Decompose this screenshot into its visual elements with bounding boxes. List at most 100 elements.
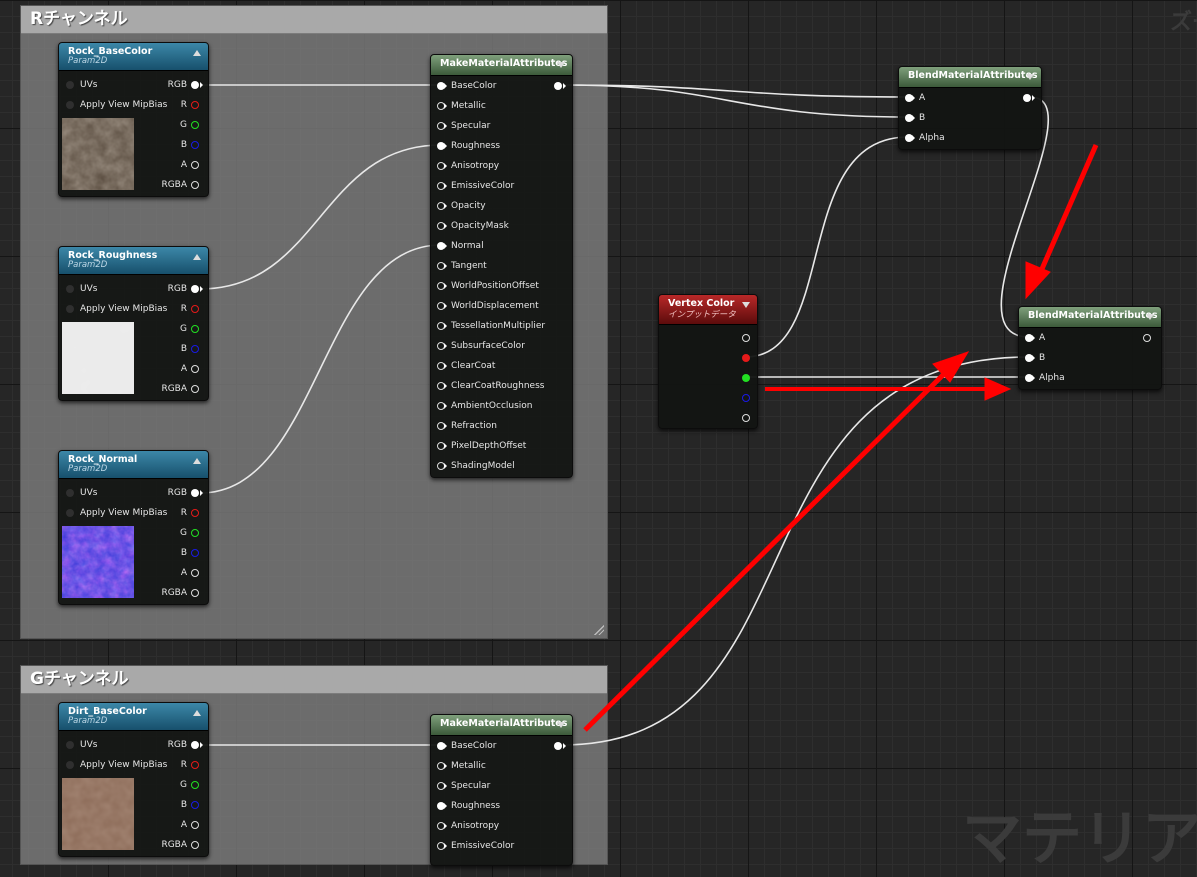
mipbias-input-pin[interactable] [66, 761, 74, 769]
make-input-exec-marker [444, 163, 447, 169]
make-output-pin[interactable] [554, 82, 562, 90]
pin-label-b: B [180, 140, 187, 150]
mipbias-input-pin[interactable] [66, 509, 74, 517]
make-input-exec-marker [444, 143, 447, 149]
collapse-arrow-icon[interactable] [193, 458, 201, 464]
rgba-output-pin[interactable] [191, 181, 199, 189]
collapse-arrow-icon[interactable] [557, 62, 565, 68]
texture-node-rock-normal[interactable]: Rock_Normal Param2D UVs Apply View MipBi… [58, 450, 209, 605]
blend-exec-marker [1032, 335, 1035, 341]
node-header[interactable]: Rock_BaseColor Param2D [59, 43, 208, 71]
make-material-attributes-node-g[interactable]: MakeMaterialAttributes BaseColor Metallic… [430, 714, 573, 866]
b-output-pin[interactable] [191, 141, 199, 149]
make-input-exec-marker [444, 743, 447, 749]
uvs-input-pin[interactable] [66, 81, 74, 89]
uvs-input-pin[interactable] [66, 741, 74, 749]
node-header[interactable]: BlendMaterialAttributes [899, 67, 1041, 88]
vertex-color-g-output-pin[interactable] [742, 374, 750, 382]
rgb-exec-marker [200, 82, 203, 88]
blend-output-pin[interactable] [1143, 334, 1151, 342]
rgba-output-pin[interactable] [191, 385, 199, 393]
r-output-pin[interactable] [191, 305, 199, 313]
collapse-arrow-icon[interactable] [193, 50, 201, 56]
collapse-arrow-icon[interactable] [557, 722, 565, 728]
texture-thumbnail-rock-normal [62, 526, 134, 598]
node-header[interactable]: BlendMaterialAttributes [1019, 307, 1161, 328]
vertex-color-r-output-pin[interactable] [742, 354, 750, 362]
node-header[interactable]: Rock_Roughness Param2D [59, 247, 208, 275]
rgb-output-pin[interactable] [191, 741, 199, 749]
node-header[interactable]: Dirt_BaseColor Param2D [59, 703, 208, 731]
rgba-output-pin[interactable] [191, 841, 199, 849]
pin-label-g: G [180, 324, 187, 334]
make-input-label: EmissiveColor [451, 181, 515, 191]
g-output-pin[interactable] [191, 121, 199, 129]
texture-thumbnail-rock-roughness [62, 322, 134, 394]
vertex-color-a-output-pin[interactable] [742, 414, 750, 422]
make-output-pin[interactable] [554, 742, 562, 750]
collapse-arrow-icon[interactable] [1146, 314, 1154, 320]
node-header[interactable]: Rock_Normal Param2D [59, 451, 208, 479]
a-output-pin[interactable] [191, 365, 199, 373]
rgb-output-pin[interactable] [191, 285, 199, 293]
a-output-pin[interactable] [191, 161, 199, 169]
r-output-pin[interactable] [191, 509, 199, 517]
node-header[interactable]: Vertex Color インプットデータ [659, 295, 757, 325]
make-input-exec-marker [444, 303, 447, 309]
blend-input-label-b: B [919, 113, 926, 123]
make-input-label: Tangent [451, 261, 487, 271]
g-output-pin[interactable] [191, 529, 199, 537]
blend-output-pin[interactable] [1023, 94, 1031, 102]
pin-label-r: R [180, 508, 187, 518]
rgb-output-pin[interactable] [191, 489, 199, 497]
texture-node-rock-roughness[interactable]: Rock_Roughness Param2D UVs Apply View Mi… [58, 246, 209, 401]
g-output-pin[interactable] [191, 781, 199, 789]
collapse-arrow-icon[interactable] [193, 710, 201, 716]
collapse-arrow-icon[interactable] [193, 254, 201, 260]
make-input-label: OpacityMask [451, 221, 509, 231]
make-input-exec-marker [444, 783, 447, 789]
make-input-exec-marker [444, 803, 447, 809]
b-output-pin[interactable] [191, 549, 199, 557]
mipbias-input-pin[interactable] [66, 101, 74, 109]
r-output-pin[interactable] [191, 761, 199, 769]
make-input-label: TessellationMultiplier [451, 321, 546, 331]
make-input-label: EmissiveColor [451, 841, 515, 851]
b-output-pin[interactable] [191, 801, 199, 809]
rgb-exec-marker [200, 742, 203, 748]
r-output-pin[interactable] [191, 101, 199, 109]
pin-label-r: R [180, 304, 187, 314]
make-input-label: Refraction [451, 421, 497, 431]
pin-label-rgb: RGB [167, 80, 187, 90]
texture-node-rock-basecolor[interactable]: Rock_BaseColor Param2D UVs Apply View Mi… [58, 42, 209, 197]
wire-vertex-red-to-blend1-alpha [744, 136, 909, 358]
mipbias-input-pin[interactable] [66, 305, 74, 313]
make-material-attributes-node-r[interactable]: MakeMaterialAttributes BaseColor Metallic… [430, 54, 573, 478]
vertex-color-node[interactable]: Vertex Color インプットデータ [658, 294, 758, 429]
node-title: BlendMaterialAttributes [1028, 310, 1158, 321]
uvs-input-pin[interactable] [66, 285, 74, 293]
blend-material-attributes-node-2[interactable]: BlendMaterialAttributes A B Alpha [1018, 306, 1162, 390]
a-output-pin[interactable] [191, 821, 199, 829]
uvs-input-pin[interactable] [66, 489, 74, 497]
texture-node-dirt-basecolor[interactable]: Dirt_BaseColor Param2D UVs Apply View Mi… [58, 702, 209, 857]
make-input-label: BaseColor [451, 741, 497, 751]
collapse-arrow-icon[interactable] [742, 302, 750, 308]
node-header[interactable]: MakeMaterialAttributes [431, 55, 572, 76]
b-output-pin[interactable] [191, 345, 199, 353]
g-output-pin[interactable] [191, 325, 199, 333]
collapse-arrow-icon[interactable] [1026, 74, 1034, 80]
rgba-output-pin[interactable] [191, 589, 199, 597]
make-input-exec-marker [444, 423, 447, 429]
a-output-pin[interactable] [191, 569, 199, 577]
make-input-exec-marker [444, 83, 447, 89]
rgb-output-pin[interactable] [191, 81, 199, 89]
make-input-exec-marker [444, 363, 447, 369]
pin-label-mipbias: Apply View MipBias [80, 760, 168, 770]
pin-label-g: G [180, 528, 187, 538]
blend-material-attributes-node-1[interactable]: BlendMaterialAttributes A B Alpha [898, 66, 1042, 150]
pin-label-rgba: RGBA [161, 840, 187, 850]
vertex-color-b-output-pin[interactable] [742, 394, 750, 402]
vertex-color-rgb-output-pin[interactable] [742, 334, 750, 342]
node-header[interactable]: MakeMaterialAttributes [431, 715, 572, 736]
